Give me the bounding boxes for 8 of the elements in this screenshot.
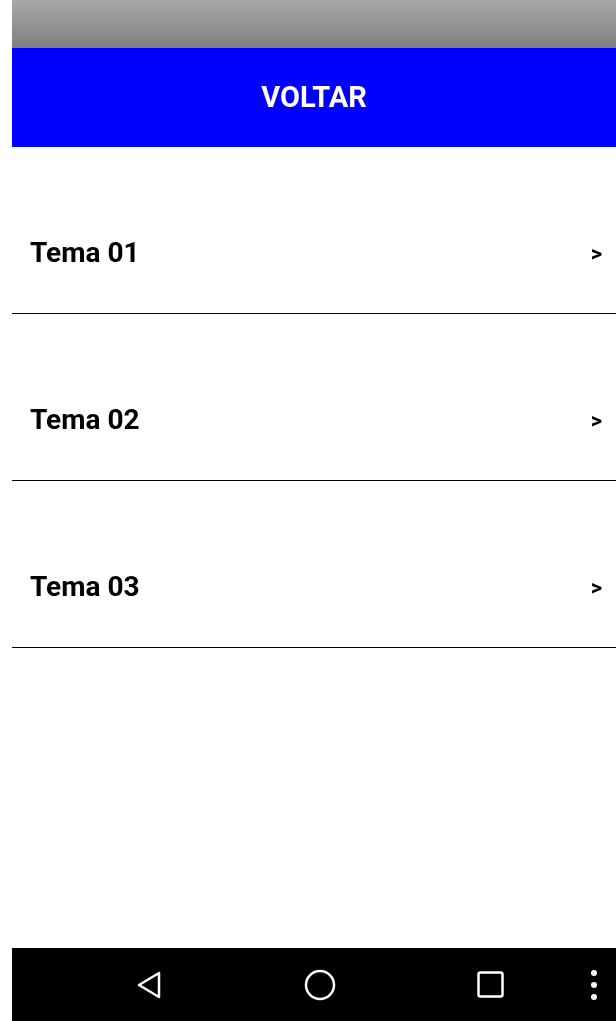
topic-row[interactable]: Tema 02 > <box>12 314 616 481</box>
topic-row[interactable]: Tema 01 > <box>12 147 616 314</box>
more-icon[interactable] <box>590 968 598 1001</box>
recent-apps-icon[interactable] <box>477 971 504 998</box>
home-icon[interactable] <box>304 968 336 1001</box>
topic-row[interactable]: Tema 03 > <box>12 481 616 648</box>
back-icon[interactable] <box>136 970 162 999</box>
back-button[interactable]: VOLTAR <box>12 48 616 147</box>
